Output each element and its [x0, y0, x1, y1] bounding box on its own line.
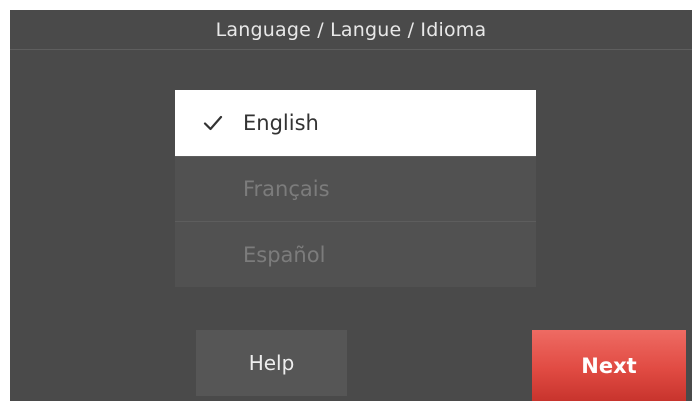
page-title: Language / Langue / Idioma [215, 18, 487, 41]
checkmark-icon [203, 90, 223, 156]
language-option-english[interactable]: English [175, 90, 536, 157]
title-bar: Language / Langue / Idioma [10, 10, 692, 50]
language-list: English Français Español [175, 90, 536, 287]
help-button[interactable]: Help [196, 330, 347, 396]
language-option-french[interactable]: Français [175, 157, 536, 222]
next-button[interactable]: Next [532, 330, 686, 401]
language-option-spanish[interactable]: Español [175, 222, 536, 287]
language-label: Français [243, 177, 330, 201]
screen: Language / Langue / Idioma English Franç… [10, 10, 692, 401]
language-label: Español [243, 242, 326, 267]
language-label: English [243, 111, 319, 135]
